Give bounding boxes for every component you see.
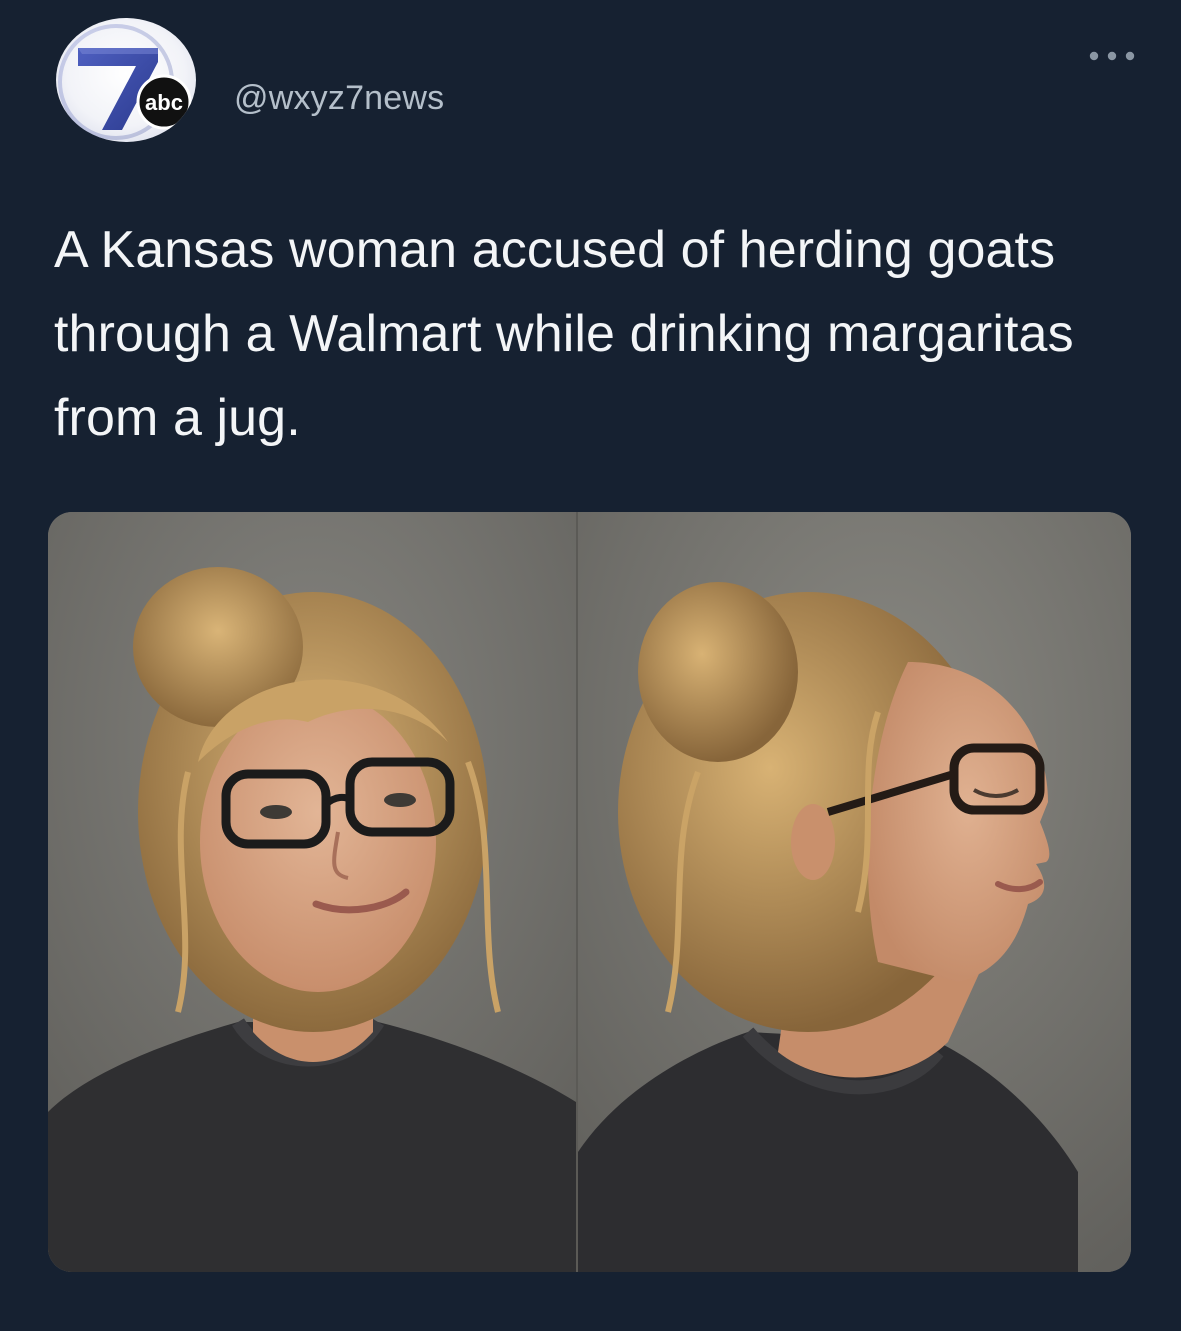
tweet-media[interactable] (48, 512, 1131, 1272)
photo-profile-view[interactable] (578, 512, 1131, 1272)
svg-text:abc: abc (145, 90, 183, 115)
portrait-profile-image (578, 512, 1131, 1272)
portrait-front-image (48, 512, 576, 1272)
wxyz-7-abc-logo: abc (56, 18, 196, 142)
tweet-text: A Kansas woman accused of herding goats … (54, 221, 1074, 447)
avatar[interactable]: abc (56, 18, 196, 142)
more-horizontal-icon[interactable] (1086, 44, 1138, 68)
photo-front-view[interactable] (48, 512, 576, 1272)
author-handle[interactable]: @wxyz7news (234, 76, 444, 120)
